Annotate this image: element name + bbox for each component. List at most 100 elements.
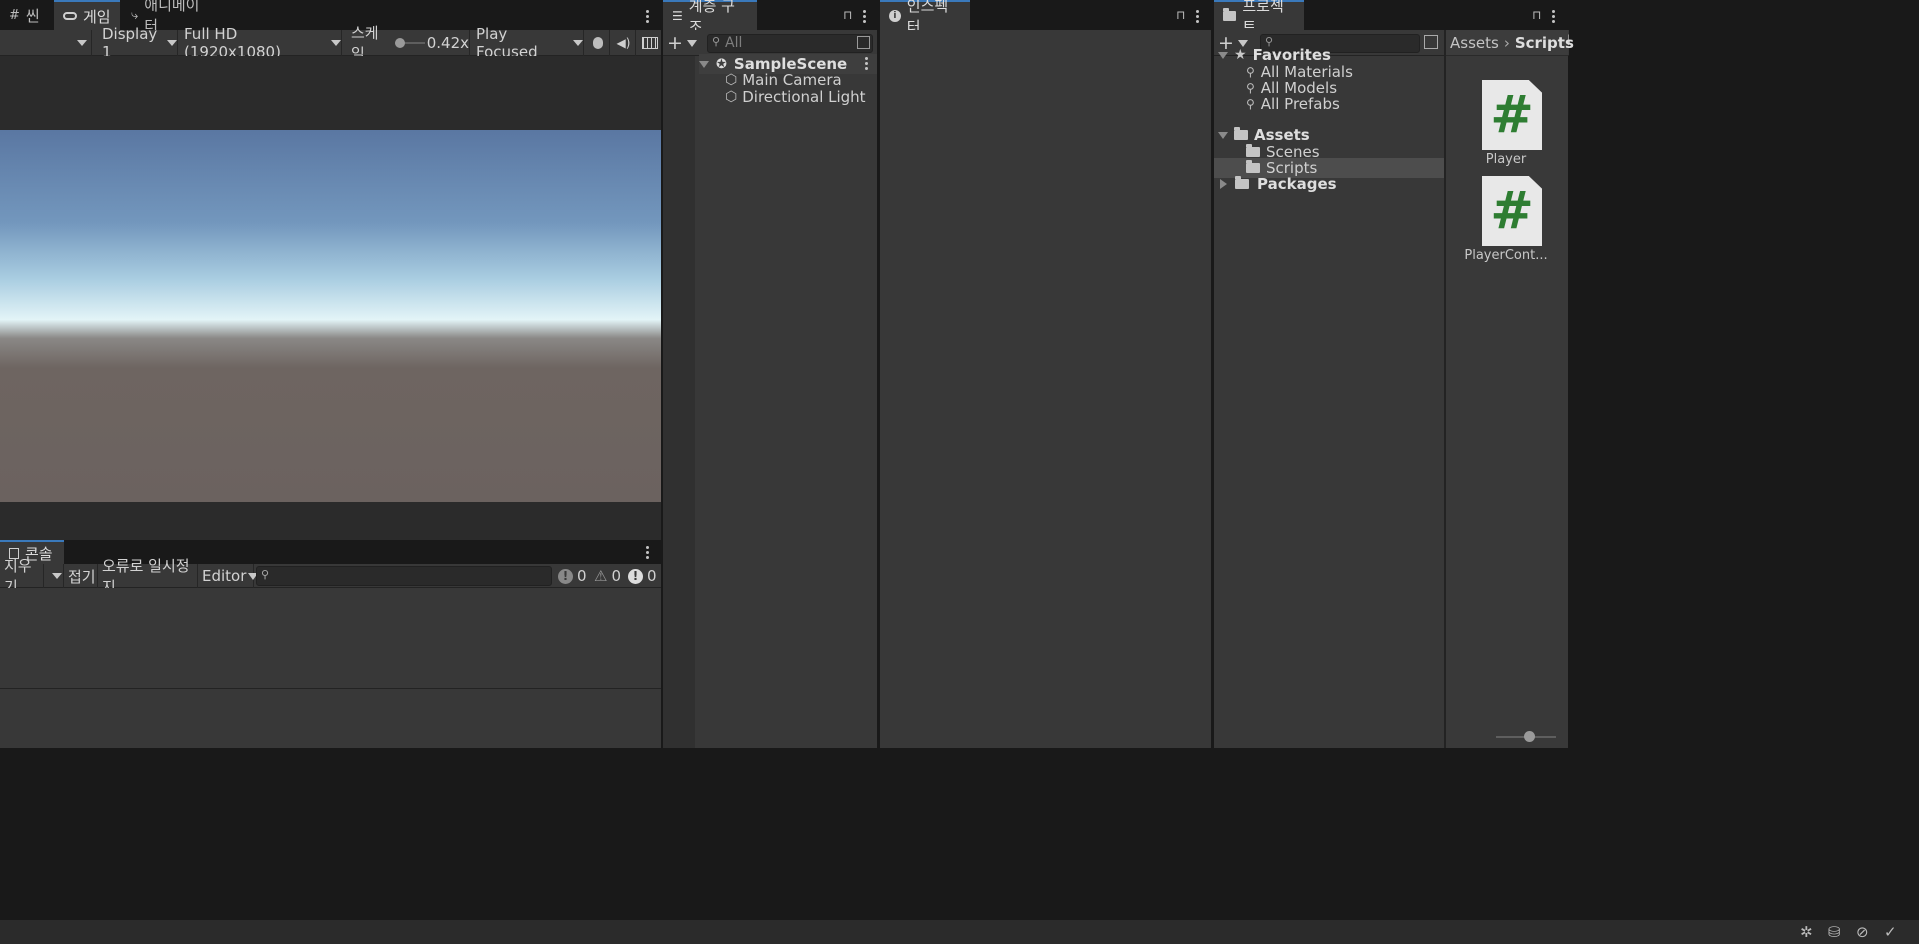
chevron-right-icon: ›: [1503, 33, 1510, 52]
tab-scene-label: 씬: [25, 6, 40, 25]
hierarchy-tree[interactable]: ✪ SampleScene ⬡ Main Camera ⬡ Directiona…: [663, 54, 877, 748]
editor-label: Editor: [202, 567, 247, 585]
tab-inspector[interactable]: i 인스펙터: [880, 0, 970, 36]
csharp-script-icon: #: [1482, 176, 1542, 246]
inspector-tabbar: i 인스펙터 ⊓: [880, 0, 1211, 36]
csharp-script-icon: #: [1482, 80, 1542, 150]
cube-icon: ⬡: [725, 89, 738, 105]
folder-icon: [1246, 144, 1260, 157]
console-tabbar: 콘솔: [0, 540, 661, 564]
resolution-dropdown[interactable]: Full HD (1920x1080): [180, 25, 342, 61]
log-count[interactable]: ! 0: [558, 564, 587, 588]
star-icon: ★: [1234, 47, 1247, 63]
zoom-slider-handle[interactable]: [1524, 731, 1535, 742]
error-icon: !: [628, 568, 643, 584]
lock-icon[interactable]: ⊓: [1176, 8, 1185, 22]
project-menu-icon[interactable]: [1552, 8, 1556, 25]
search-by-type-icon[interactable]: [1424, 35, 1438, 49]
hierarchy-search-placeholder: All: [725, 35, 743, 51]
hierarchy-add-button[interactable]: +: [667, 30, 705, 56]
audio-icon[interactable]: ◀): [612, 30, 636, 56]
search-icon: ⚲: [261, 568, 270, 581]
animator-icon: ⤷: [131, 7, 139, 23]
console-log-list[interactable]: [0, 588, 661, 688]
game-viewport[interactable]: [0, 130, 661, 502]
hierarchy-item-label: Directional Light: [742, 88, 866, 106]
hierarchy-search-input[interactable]: ⚲ All: [707, 34, 873, 53]
expand-arrow[interactable]: [1220, 179, 1227, 189]
breadcrumb-scripts[interactable]: Scripts: [1515, 34, 1574, 52]
scale-slider[interactable]: [394, 38, 425, 48]
tab-game-label: 게임: [83, 7, 111, 26]
progress-check-icon[interactable]: ✓: [1884, 923, 1897, 941]
auto-generate-lighting-icon[interactable]: ⊘: [1856, 923, 1869, 941]
error-count-value: 0: [647, 567, 657, 585]
display-dropdown[interactable]: Display 1: [94, 25, 178, 61]
file-item[interactable]: # Player: [1446, 80, 1566, 190]
search-icon: ⚲: [712, 35, 721, 48]
error-pause-button[interactable]: 오류로 일시정지: [98, 557, 198, 596]
scale-slider-handle[interactable]: [394, 38, 405, 48]
folder-icon: [1246, 160, 1260, 173]
play-mode-dropdown[interactable]: Play Focused: [472, 25, 584, 61]
project-tabbar: 프로젝트 ⊓: [1214, 0, 1919, 36]
warning-count-value: 0: [611, 567, 621, 585]
console-menu-icon[interactable]: [646, 544, 650, 561]
inspector-content[interactable]: [880, 30, 1211, 748]
project-file-grid[interactable]: Assets › Scripts # Player # PlayerCont..…: [1446, 30, 1574, 748]
info-icon: !: [558, 568, 573, 584]
game-view-dropdown[interactable]: [0, 30, 92, 56]
status-bar: ✲ ⛁ ⊘ ✓: [0, 920, 1919, 944]
bug-icon[interactable]: [586, 30, 610, 56]
expand-arrow[interactable]: [1218, 51, 1228, 59]
favorite-item[interactable]: ⚲ All Prefabs: [1246, 94, 1340, 114]
stats-grid-icon[interactable]: [638, 30, 661, 56]
folder-open-icon: [1234, 127, 1248, 140]
packages-row[interactable]: Packages: [1220, 174, 1337, 194]
expand-arrow[interactable]: [1218, 131, 1228, 139]
hierarchy-menu-icon[interactable]: [863, 8, 867, 25]
hierarchy-toolbar: + ⚲ All: [663, 30, 877, 56]
game-view-area[interactable]: [0, 56, 661, 540]
grid-icon: #: [9, 7, 20, 23]
project-folder-tree[interactable]: ★ Favorites ⚲ All Materials ⚲ All Models…: [1214, 46, 1444, 748]
plus-icon: +: [667, 32, 683, 54]
hierarchy-item[interactable]: ⬡ Directional Light: [725, 87, 866, 107]
breadcrumb-assets[interactable]: Assets: [1450, 34, 1499, 52]
collapse-label: 접기: [68, 567, 96, 586]
console-search-input[interactable]: ⚲: [256, 566, 552, 586]
clear-options-dropdown[interactable]: [44, 564, 64, 588]
error-count[interactable]: ! 0: [628, 564, 657, 588]
inspector-menu-icon[interactable]: [1196, 8, 1200, 25]
scene-menu-icon[interactable]: [865, 55, 869, 72]
folder-icon: [1223, 8, 1237, 21]
file-name: PlayerCont...: [1464, 248, 1548, 263]
tab-scene[interactable]: # 씬: [0, 0, 54, 30]
debug-mode-icon[interactable]: ✲: [1800, 923, 1813, 941]
tab-project[interactable]: 프로젝트: [1214, 0, 1304, 36]
expand-arrow[interactable]: [699, 60, 709, 68]
file-item[interactable]: # PlayerCont...: [1446, 176, 1566, 286]
game-toolbar: Display 1 Full HD (1920x1080) 스케일 0.42x …: [0, 24, 661, 63]
game-panel-menu-icon[interactable]: [646, 8, 650, 25]
cache-server-icon[interactable]: ⛁: [1828, 923, 1841, 941]
lock-icon[interactable]: ⊓: [843, 8, 852, 22]
hierarchy-gutter: [663, 56, 695, 748]
cube-icon: ⬡: [725, 72, 738, 88]
lock-icon[interactable]: ⊓: [1532, 8, 1541, 22]
warning-count[interactable]: ⚠ 0: [594, 564, 621, 588]
collapse-button[interactable]: 접기: [64, 564, 98, 588]
log-count-value: 0: [577, 567, 587, 585]
scale-control: 스케일 0.42x: [344, 24, 470, 63]
favorite-item-label: All Prefabs: [1260, 95, 1340, 113]
clear-button[interactable]: 지우기: [0, 557, 44, 596]
scale-value: 0.42x: [426, 34, 469, 52]
tab-hierarchy[interactable]: ☰ 계층 구조: [663, 0, 757, 36]
search-icon: ⚲: [1246, 65, 1255, 79]
folder-icon: [1235, 176, 1249, 189]
scene-search-icon[interactable]: [857, 36, 870, 49]
editor-dropdown[interactable]: Editor: [198, 564, 259, 588]
zoom-slider[interactable]: [1446, 726, 1568, 748]
console-detail-area[interactable]: [0, 689, 661, 748]
gamepad-icon: [63, 12, 77, 20]
